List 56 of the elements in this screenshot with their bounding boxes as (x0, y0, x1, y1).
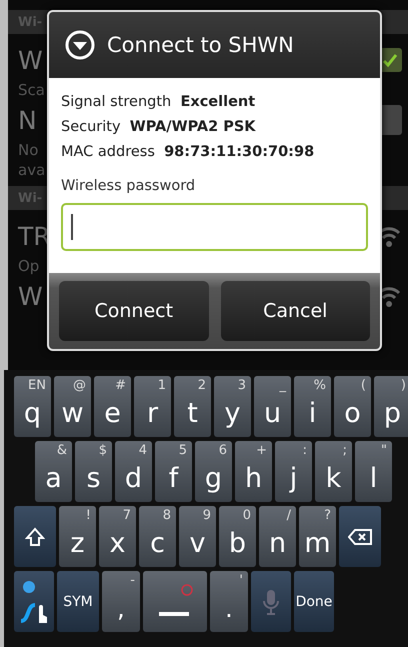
keyboard-key[interactable]: ! z (59, 506, 96, 567)
keyboard-key[interactable]: 0 b (219, 506, 256, 567)
keyboard-key[interactable]: 2 t (174, 376, 211, 437)
keyboard-key[interactable]: 8 c (139, 506, 176, 567)
keyboard-key[interactable]: ( o (334, 376, 371, 437)
info-hand-icon (19, 578, 49, 624)
detail-line: MAC address 98:73:11:30:70:98 (61, 143, 316, 162)
backspace-key[interactable] (339, 506, 381, 567)
microphone-key[interactable] (251, 571, 291, 632)
password-field[interactable] (61, 203, 368, 251)
keyboard-key[interactable]: % i (294, 376, 331, 437)
keyboard-key[interactable]: " l (355, 441, 392, 502)
keyboard-key[interactable]: 6 g (195, 441, 232, 502)
shift-arrow-icon (25, 526, 45, 546)
network-name: W (18, 46, 43, 74)
keyboard-key[interactable]: 9 v (179, 506, 216, 567)
cancel-button[interactable]: Cancel (220, 281, 370, 341)
keyboard-key[interactable]: 3 y (214, 376, 251, 437)
network-status: Op (18, 257, 40, 275)
keyboard-key[interactable]: ? m (299, 506, 336, 567)
keyboard-key[interactable]: @ w (54, 376, 91, 437)
network-name: W (18, 282, 43, 310)
keyboard-key[interactable]: _ u (254, 376, 291, 437)
keyboard-key[interactable]: + h (235, 441, 272, 502)
keyboard-key[interactable]: & a (35, 441, 72, 502)
keyboard-key[interactable]: Done (294, 571, 334, 632)
network-status: ava (18, 161, 46, 179)
network-name: N (18, 106, 37, 134)
keyboard-key[interactable]: EN q (14, 376, 51, 437)
keyboard-key[interactable]: : j (275, 441, 312, 502)
network-status: No (18, 141, 38, 159)
keyboard-key[interactable]: ' . (210, 571, 248, 632)
network-status: Sca (18, 81, 45, 99)
microphone-icon (263, 588, 279, 614)
field-label: Wireless password (61, 177, 196, 196)
keyboard-key[interactable]: # e (94, 376, 131, 437)
keyboard-key[interactable]: / n (259, 506, 296, 567)
backspace-icon (348, 528, 372, 544)
keyboard-key[interactable]: - , (102, 571, 140, 632)
connect-button[interactable]: Connect (59, 281, 208, 341)
keyboard-key[interactable]: ; k (315, 441, 352, 502)
dialog-title: Connect to SHWN (107, 33, 294, 57)
shift-key[interactable] (14, 506, 56, 567)
swype-key[interactable] (14, 571, 54, 632)
detail-line: Security WPA/WPA2 PSK (61, 118, 257, 137)
keyboard-key[interactable]: ) p (374, 376, 408, 437)
keyboard-key[interactable]: 1 r (134, 376, 171, 437)
detail-line: Signal strength Excellent (61, 93, 256, 112)
keyboard-key[interactable]: 4 d (115, 441, 152, 502)
space-key[interactable] (143, 571, 207, 632)
checkmark-icon (381, 51, 399, 69)
keyboard-key[interactable]: SYM (57, 571, 99, 632)
keyboard-key[interactable]: $ s (75, 441, 112, 502)
keyboard-key[interactable]: 7 x (99, 506, 136, 567)
keyboard-key[interactable]: 5 f (155, 441, 192, 502)
dropdown-circle-icon (65, 30, 95, 60)
